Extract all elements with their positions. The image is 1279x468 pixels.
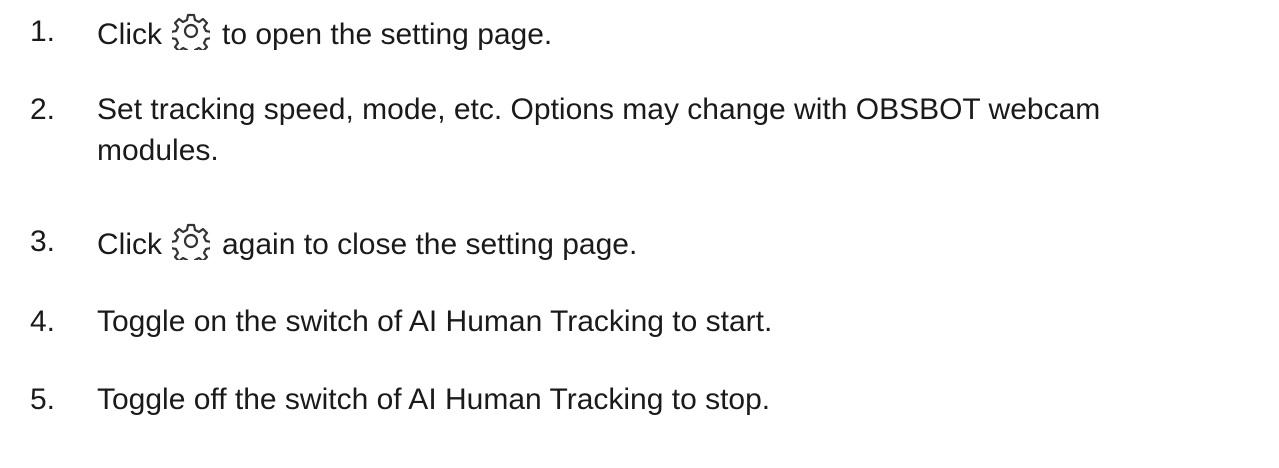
step-number: 3. xyxy=(30,225,56,258)
step-2: 2. Set tracking speed, mode, etc. Option… xyxy=(0,90,1279,130)
step-5: 5. Toggle off the switch of AI Human Tra… xyxy=(0,380,1279,420)
step-4: 4. Toggle on the switch of AI Human Trac… xyxy=(0,302,1279,342)
step-3: 3. Click again to close the setting page. xyxy=(0,222,1279,262)
step-number: 1. xyxy=(30,15,56,48)
step-text: Toggle off the switch of AI Human Tracki… xyxy=(97,383,771,416)
step-text-line2: modules. xyxy=(97,134,219,167)
step-text-before: Click xyxy=(97,18,162,51)
step-number: 4. xyxy=(30,305,56,338)
step-number: 2. xyxy=(30,93,56,126)
step-number: 5. xyxy=(30,383,56,416)
step-text-after: again to close the setting page. xyxy=(222,228,638,261)
instruction-list: 1. Click to open the setting page. 2. Set… xyxy=(0,0,1279,468)
step-text: Click again to close the setting page. xyxy=(97,222,637,265)
step-text-after: to open the setting page. xyxy=(222,18,553,51)
gear-icon xyxy=(172,222,210,260)
step-text-line1: Set tracking speed, mode, etc. Options m… xyxy=(97,93,1101,126)
step-text: Toggle on the switch of AI Human Trackin… xyxy=(97,305,773,338)
step-1: 1. Click to open the setting page. xyxy=(0,12,1279,52)
gear-icon xyxy=(172,12,210,50)
step-text: Click to open the setting page. xyxy=(97,12,552,55)
step-text-before: Click xyxy=(97,228,162,261)
